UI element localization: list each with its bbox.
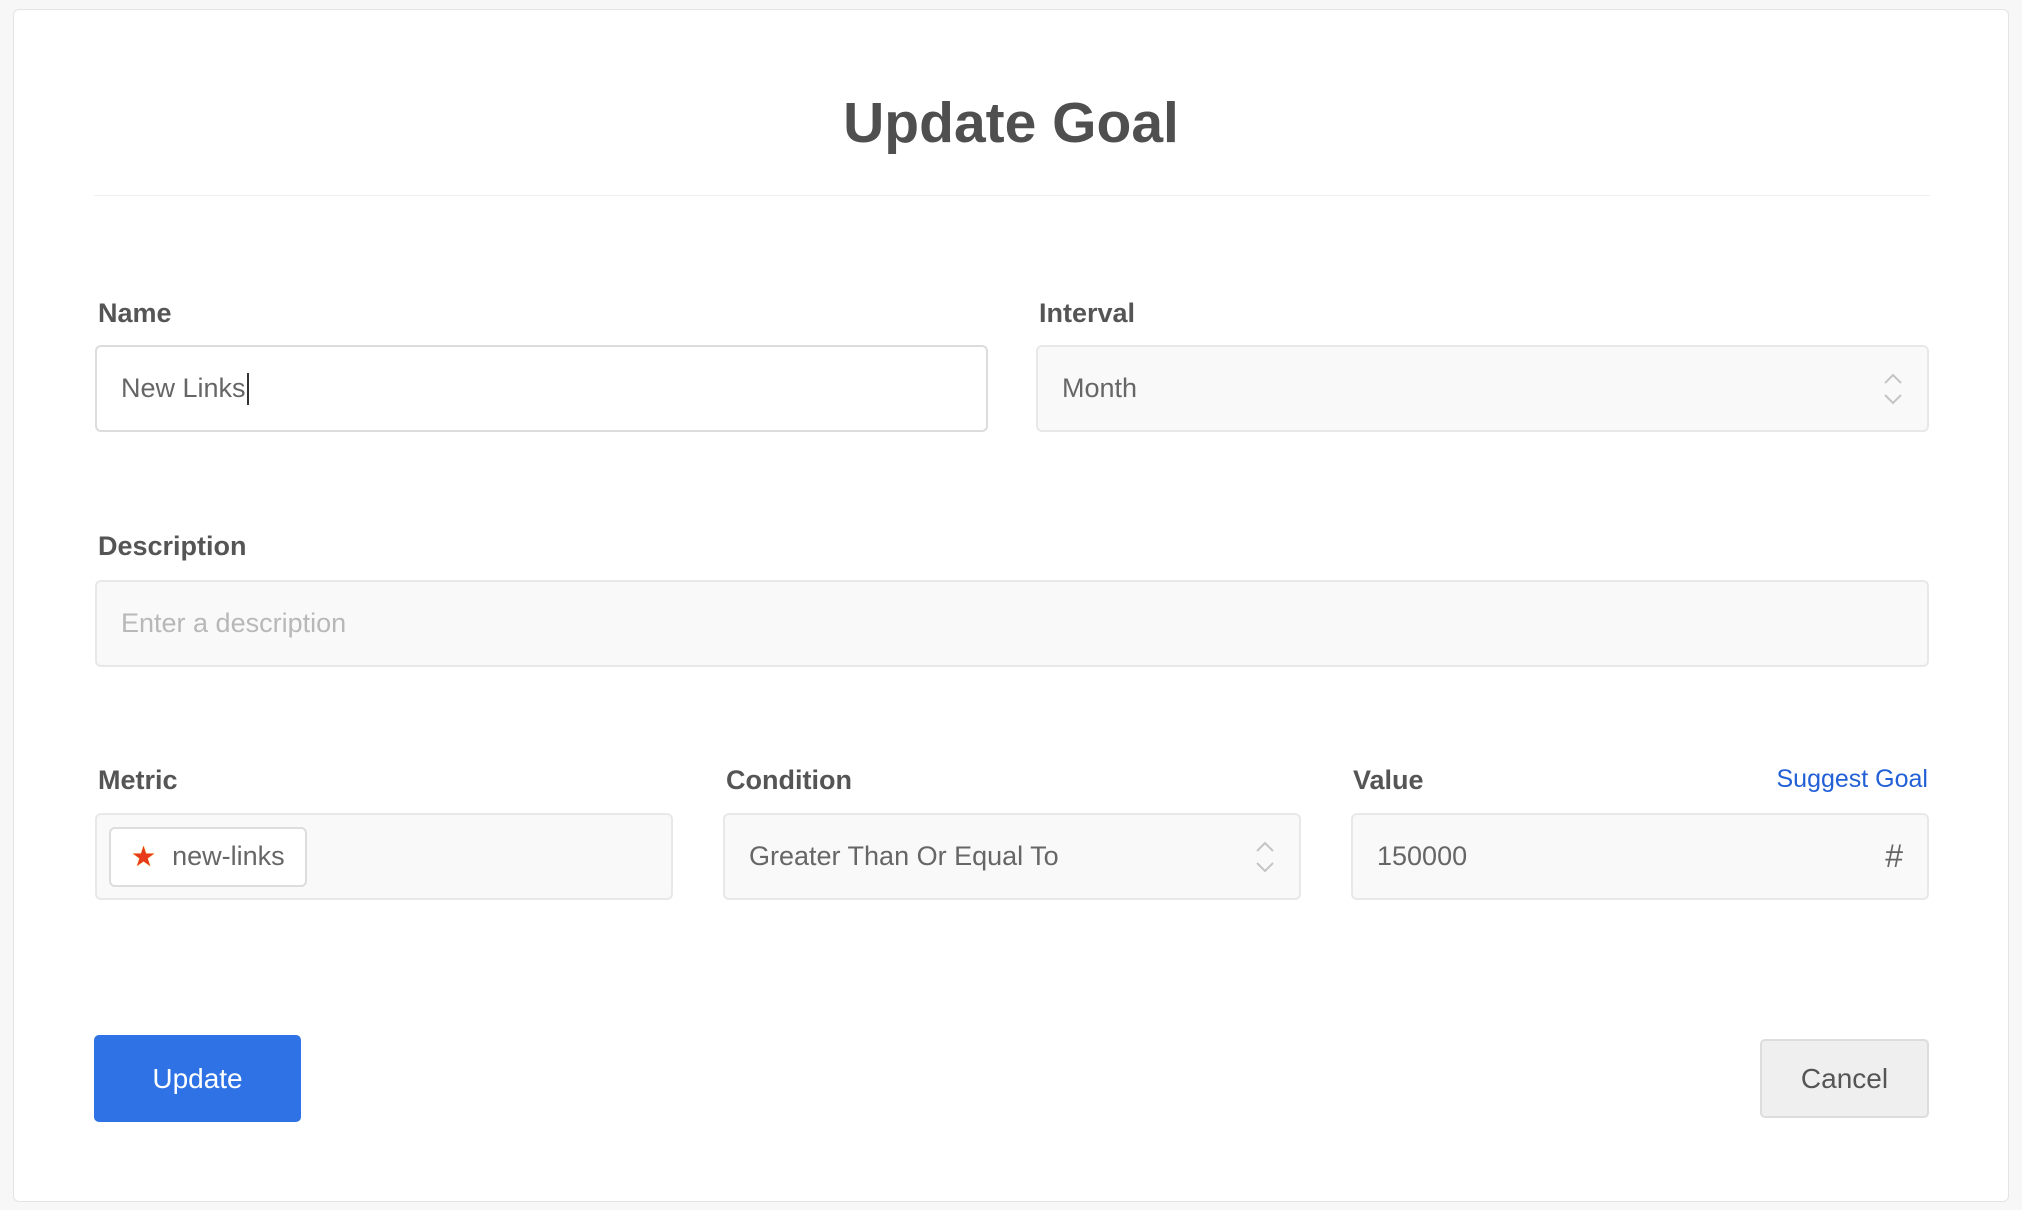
condition-value: Greater Than Or Equal To	[749, 841, 1059, 871]
value-value: 150000	[1377, 841, 1468, 871]
name-value: New Links	[121, 373, 246, 403]
metric-input[interactable]: ★ new-links	[95, 813, 673, 900]
name-label: Name	[98, 298, 172, 328]
condition-select[interactable]: Greater Than Or Equal To	[723, 813, 1301, 900]
chevron-up-down-icon	[1255, 841, 1275, 873]
interval-value: Month	[1062, 373, 1138, 403]
text-cursor	[246, 372, 249, 405]
hash-icon: #	[1885, 838, 1903, 874]
value-label: Value	[1353, 765, 1424, 795]
interval-label: Interval	[1039, 298, 1136, 328]
dialog-title: Update Goal	[843, 91, 1179, 155]
update-goal-dialog: Update Goal Name New Links Interval Mont…	[13, 9, 2009, 1202]
cancel-button[interactable]: Cancel	[1760, 1039, 1929, 1118]
value-input[interactable]: 150000 #	[1351, 813, 1929, 900]
description-placeholder: Enter a description	[121, 608, 347, 638]
description-label: Description	[98, 531, 247, 561]
divider	[94, 195, 1930, 196]
suggest-goal-link[interactable]: Suggest Goal	[1777, 765, 1929, 794]
condition-label: Condition	[726, 765, 852, 795]
chevron-up-down-icon	[1883, 373, 1903, 405]
description-input[interactable]: Enter a description	[95, 580, 1929, 667]
metric-label: Metric	[98, 765, 178, 795]
update-button[interactable]: Update	[94, 1035, 301, 1122]
metric-chip-label: new-links	[172, 841, 285, 871]
star-icon: ★	[131, 841, 157, 872]
interval-select[interactable]: Month	[1036, 345, 1929, 432]
name-input[interactable]: New Links	[95, 345, 988, 432]
metric-chip[interactable]: ★ new-links	[109, 826, 307, 887]
